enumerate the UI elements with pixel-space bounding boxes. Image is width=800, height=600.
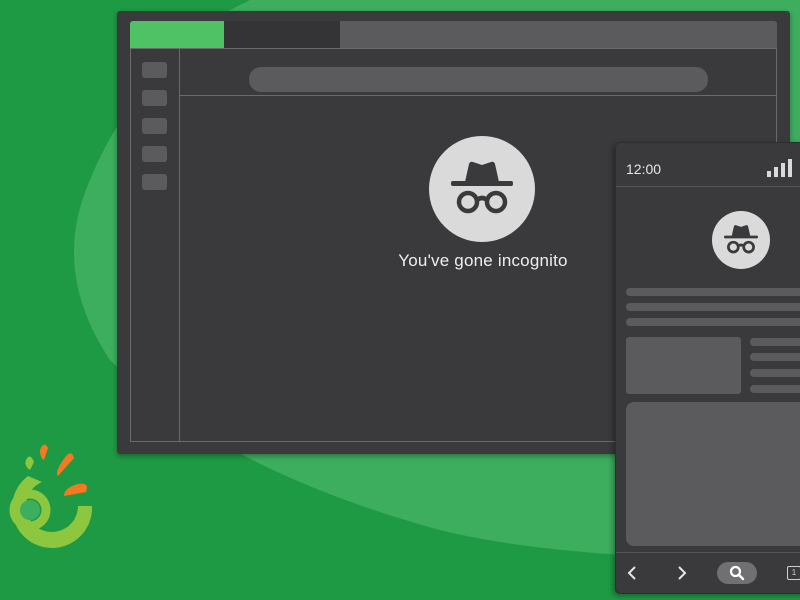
header-divider	[180, 95, 776, 96]
search-icon	[729, 565, 745, 581]
sidebar	[131, 49, 180, 441]
phone-mockup: 12:00 1	[615, 142, 800, 594]
card-placeholder	[626, 402, 800, 546]
sidebar-item[interactable]	[142, 118, 167, 134]
tab-inactive[interactable]	[224, 21, 340, 48]
content-placeholder-line	[750, 369, 800, 377]
status-time: 12:00	[626, 161, 662, 177]
search-button[interactable]	[717, 562, 757, 584]
brand-logo	[9, 444, 93, 548]
tab-switcher-button[interactable]: 1	[787, 566, 800, 580]
incognito-message: You've gone incognito	[398, 251, 568, 270]
sidebar-item[interactable]	[142, 174, 167, 190]
content-placeholder-line	[750, 338, 800, 346]
cellular-signal-icon	[767, 159, 792, 177]
sidebar-item[interactable]	[142, 146, 167, 162]
image-placeholder	[626, 337, 741, 394]
content-placeholder-line	[626, 318, 800, 326]
sidebar-item[interactable]	[142, 90, 167, 106]
status-bar: 12:00	[616, 143, 800, 187]
tab-active[interactable]	[130, 21, 224, 48]
content-placeholder-line	[750, 385, 800, 393]
chevron-left-icon[interactable]	[623, 563, 643, 583]
content-placeholder-line	[626, 303, 800, 311]
tab-bar	[130, 21, 777, 48]
incognito-icon	[429, 136, 535, 242]
chevron-right-icon[interactable]	[671, 563, 691, 583]
content-placeholder-line	[750, 353, 800, 361]
content-placeholder-line	[626, 288, 800, 296]
bottom-nav-bar: 1	[616, 552, 800, 594]
incognito-icon	[712, 211, 770, 269]
address-bar[interactable]	[249, 67, 708, 92]
sidebar-item[interactable]	[142, 62, 167, 78]
